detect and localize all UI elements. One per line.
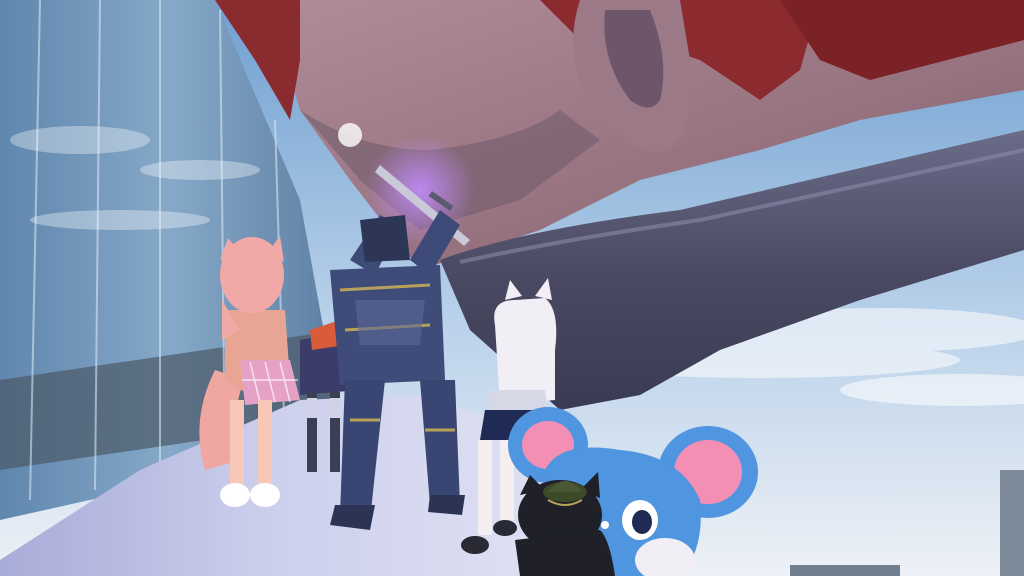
vr-world-view — [0, 0, 1024, 576]
distant-pillar — [1000, 470, 1024, 576]
scene-canvas — [0, 0, 1024, 576]
